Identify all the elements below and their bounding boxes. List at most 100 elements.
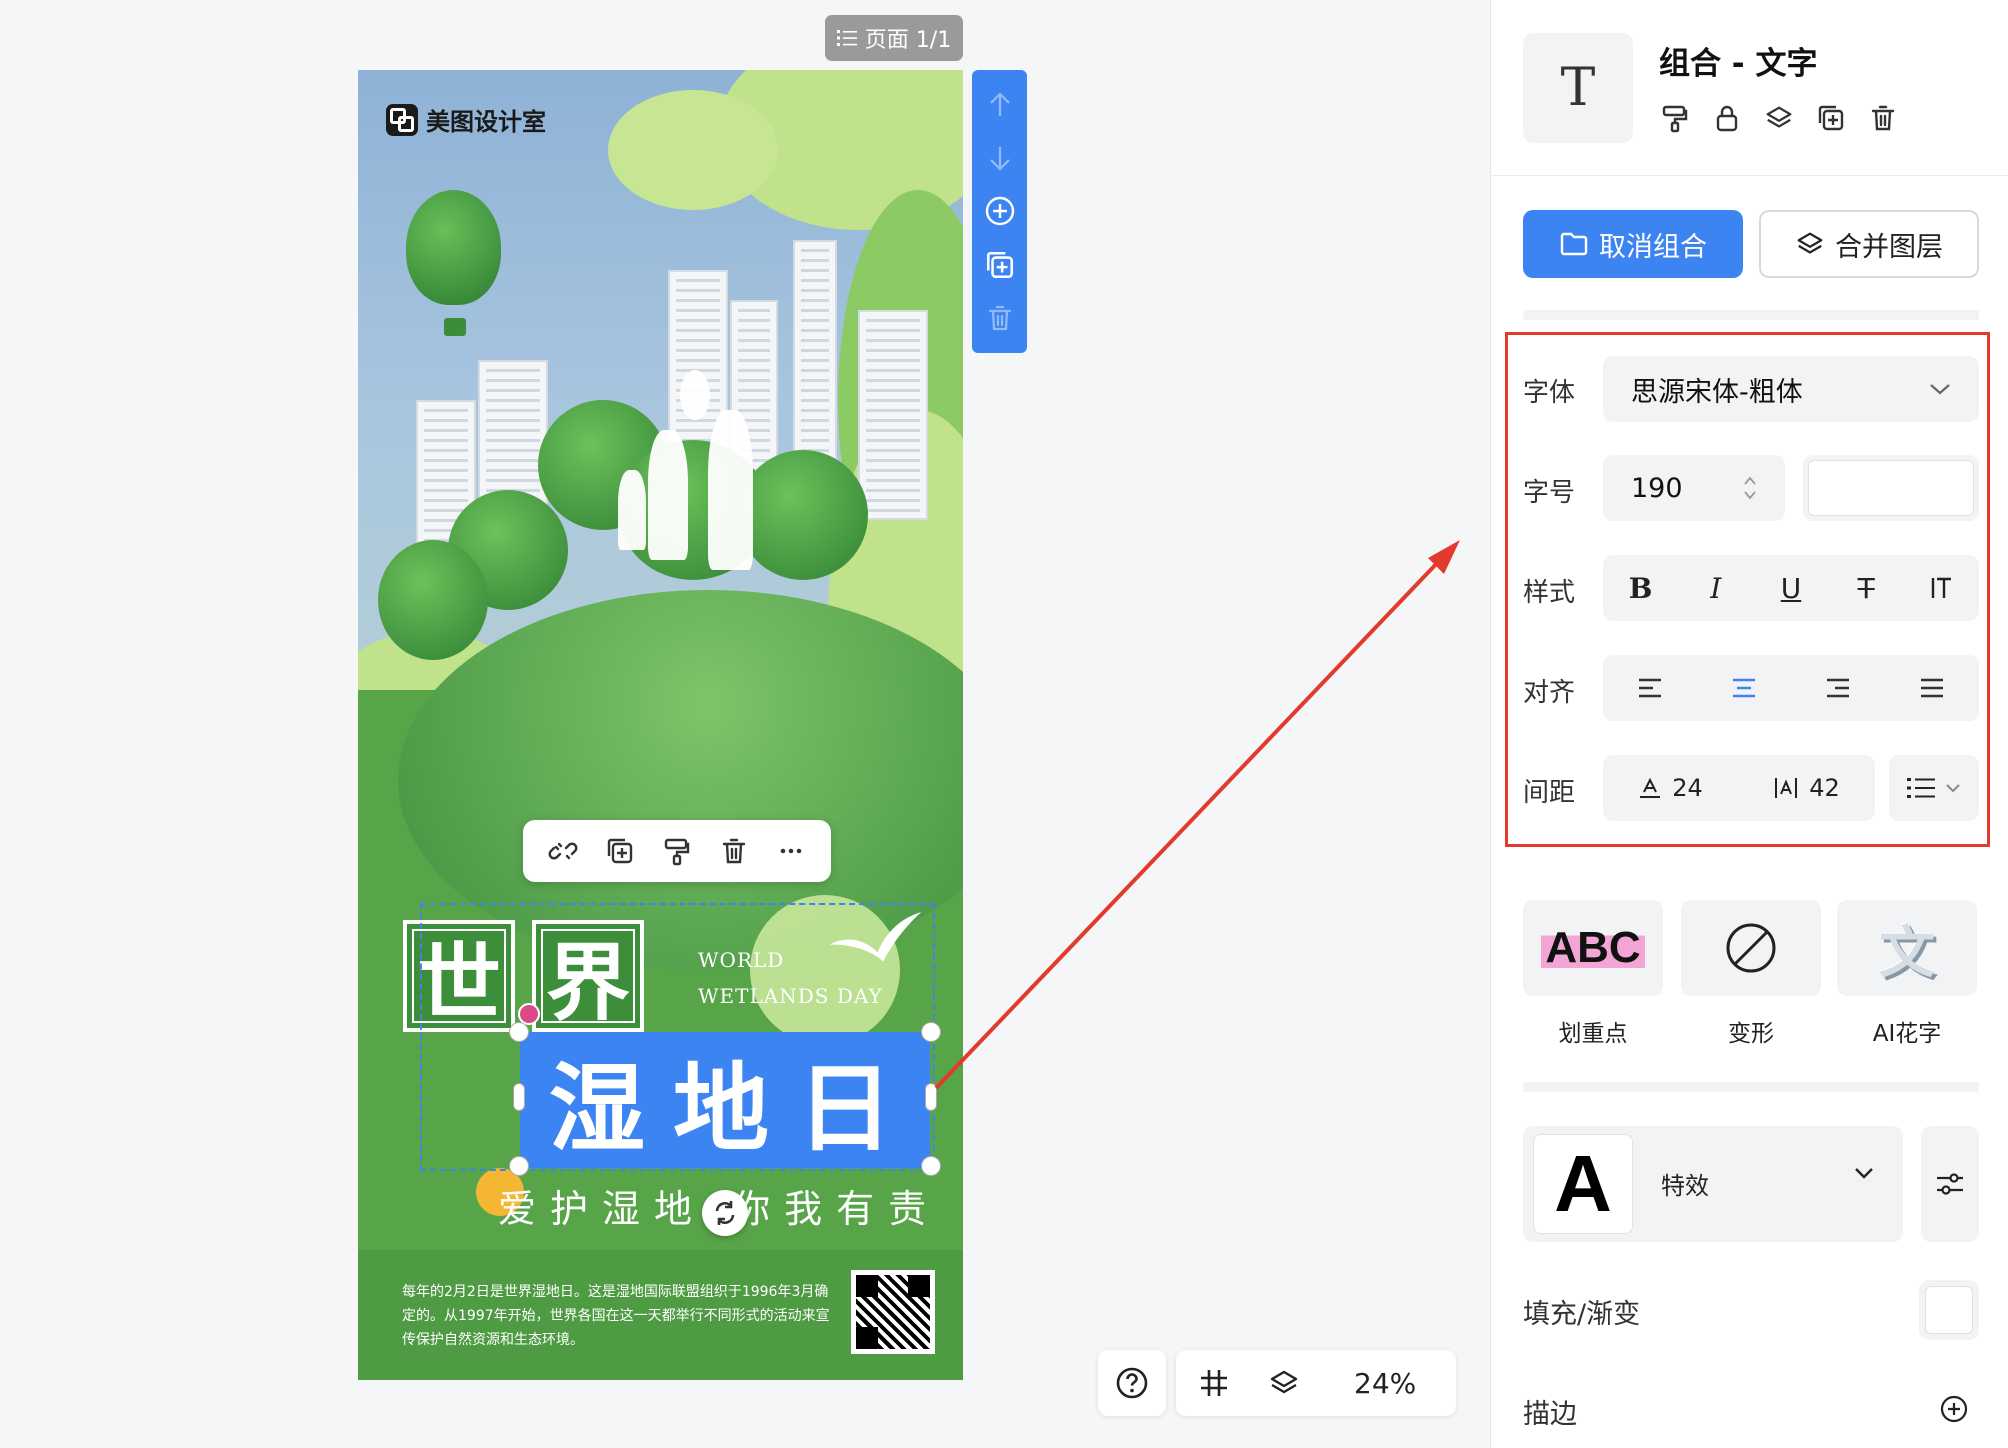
align-justify-button[interactable] <box>1907 663 1957 713</box>
align-left-button[interactable] <box>1625 663 1675 713</box>
move-down-button[interactable] <box>980 138 1020 178</box>
arrow-down-icon <box>989 147 1010 171</box>
grid-toggle-button[interactable] <box>1194 1363 1234 1403</box>
layers-button[interactable] <box>1264 1363 1304 1403</box>
format-painter-button[interactable] <box>657 831 697 871</box>
panel-title: 组合 - 文字 <box>1659 46 1818 82</box>
resize-handle-left[interactable] <box>513 1083 525 1111</box>
transform-effect-card[interactable] <box>1681 900 1821 996</box>
merge-layers-button[interactable]: 合并图层 <box>1759 210 1979 278</box>
align-right-button[interactable] <box>1813 663 1863 713</box>
no-symbol-icon <box>1726 923 1776 973</box>
vertical-text-button[interactable] <box>1916 563 1966 613</box>
title-char-shi[interactable]: 世 <box>403 920 515 1032</box>
move-up-button[interactable] <box>980 85 1020 125</box>
line-spacing-control[interactable]: 42 <box>1773 774 1840 802</box>
strikethrough-button[interactable]: T <box>1841 563 1891 613</box>
align-justify-icon <box>1921 678 1943 698</box>
more-button[interactable] <box>771 831 811 871</box>
align-center-icon <box>1733 678 1755 698</box>
spacing-label: 间距 <box>1523 778 1576 808</box>
italic-icon: I <box>1710 571 1722 605</box>
panel-header: T 组合 - 文字 <box>1491 0 2008 176</box>
question-circle-icon <box>1116 1367 1148 1399</box>
font-size-input[interactable]: 190 <box>1603 455 1785 521</box>
english-title[interactable]: WORLD WETLANDS DAY <box>698 942 883 1014</box>
align-left-icon <box>1639 678 1661 698</box>
bold-button[interactable]: B <box>1616 563 1666 613</box>
help-button[interactable] <box>1098 1350 1166 1416</box>
delete-button[interactable] <box>714 831 754 871</box>
format-painter-button[interactable] <box>1659 100 1691 136</box>
align-center-button[interactable] <box>1719 663 1769 713</box>
font-size-value: 190 <box>1631 472 1683 504</box>
layer-button[interactable] <box>1763 100 1795 136</box>
unlink-icon <box>548 842 578 860</box>
font-label: 字体 <box>1523 378 1576 408</box>
duplicate-button[interactable] <box>1815 100 1847 136</box>
building <box>858 310 928 520</box>
text-style-group: B I U T <box>1603 555 1979 621</box>
title-char-jie[interactable]: 界 <box>532 920 644 1032</box>
delete-layer-button[interactable] <box>980 298 1020 338</box>
properties-panel: T 组合 - 文字 取消组合 合并图层 字体 思源宋体-粗体 字号 190 样式… <box>1490 0 2008 1448</box>
brand-logo-icon <box>386 103 418 136</box>
canvas-area[interactable]: 页面 1/1 美图设计室 世 界 WORLD WETLANDS DAY 湿地日 … <box>0 0 1490 1448</box>
text-align-group <box>1603 655 1979 721</box>
list-style-select[interactable] <box>1889 755 1979 821</box>
underline-button[interactable]: U <box>1766 563 1816 613</box>
zoom-level[interactable]: 24% <box>1354 1367 1416 1400</box>
font-family-select[interactable]: 思源宋体-粗体 <box>1603 356 1979 422</box>
fill-color-swatch[interactable] <box>1919 1280 1979 1340</box>
line-spacing-value: 42 <box>1809 774 1840 802</box>
qr-code[interactable] <box>851 1270 935 1354</box>
effects-settings-button[interactable] <box>1921 1126 1979 1242</box>
ai-font-effect-card[interactable]: 文 <box>1837 900 1977 996</box>
fill-gradient-label: 填充/渐变 <box>1523 1299 1641 1330</box>
lock-icon <box>1716 105 1738 132</box>
unlink-button[interactable] <box>543 831 583 871</box>
rotate-handle[interactable] <box>702 1190 748 1236</box>
trash-icon <box>722 838 745 864</box>
font-family-value: 思源宋体-粗体 <box>1631 376 1803 408</box>
foliage-blob <box>608 90 778 210</box>
ai-font-effect-label: AI花字 <box>1872 1021 1942 1047</box>
style-label: 样式 <box>1523 578 1576 608</box>
italic-button[interactable]: I <box>1691 563 1741 613</box>
resize-handle-right[interactable] <box>925 1083 937 1111</box>
copy-layer-button[interactable] <box>980 245 1020 285</box>
page-indicator[interactable]: 页面 1/1 <box>825 15 963 61</box>
merge-layers-label: 合并图层 <box>1835 231 1943 263</box>
chevron-down-icon <box>1946 784 1960 793</box>
folder-icon <box>1560 232 1588 256</box>
poster-canvas[interactable]: 美图设计室 世 界 WORLD WETLANDS DAY 湿地日 爱护湿地 你我… <box>358 70 963 1380</box>
panel-divider <box>1523 310 1979 320</box>
add-button[interactable] <box>980 191 1020 231</box>
resize-handle-br[interactable] <box>921 1156 941 1176</box>
highlight-effect-card[interactable]: ABC <box>1523 900 1663 996</box>
english-title-line2: WETLANDS DAY <box>698 984 883 1008</box>
lock-button[interactable] <box>1711 100 1743 136</box>
letter-spacing-icon <box>1640 777 1661 798</box>
add-stroke-icon[interactable] <box>1939 1394 1969 1424</box>
text-type-icon: T <box>1523 33 1633 143</box>
resize-handle-tr[interactable] <box>921 1022 941 1042</box>
resize-handle-tl[interactable] <box>509 1022 529 1042</box>
highlight-effect-preview: ABC <box>1541 923 1645 973</box>
ungroup-button[interactable]: 取消组合 <box>1523 210 1743 278</box>
resize-handle-bl[interactable] <box>509 1156 529 1176</box>
selected-text-layer[interactable]: 湿地日 <box>520 1032 930 1168</box>
duplicate-button[interactable] <box>600 831 640 871</box>
text-effect-preview: A <box>1533 1134 1633 1234</box>
sliders-icon <box>1937 1173 1963 1195</box>
description-text[interactable]: 每年的2月2日是世界湿地日。这是湿地国际联盟组织于1996年3月确定的。从199… <box>402 1280 832 1352</box>
delete-button[interactable] <box>1867 100 1899 136</box>
letter-spacing-control[interactable]: 24 <box>1638 774 1703 802</box>
chevron-down-icon <box>1855 1168 1873 1179</box>
qr-pattern <box>856 1275 930 1349</box>
font-size-secondary-input[interactable] <box>1803 455 1979 521</box>
panel-divider <box>1523 1082 1979 1092</box>
layers-icon <box>1797 232 1823 254</box>
text-effects-select[interactable]: A 特效 <box>1523 1126 1903 1242</box>
rotate-icon <box>715 1201 735 1225</box>
